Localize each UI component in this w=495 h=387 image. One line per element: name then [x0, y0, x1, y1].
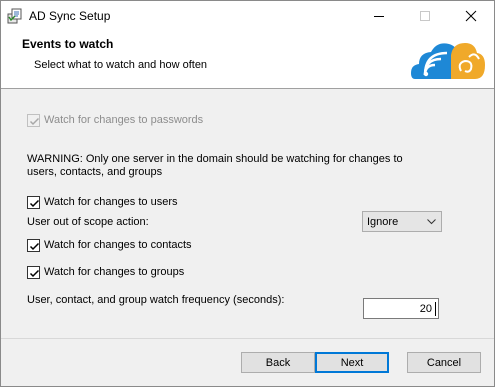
page-subtitle: Select what to watch and how often — [34, 59, 208, 71]
cloud-wifi-logo — [411, 35, 485, 83]
scope-action-value: Ignore — [367, 216, 399, 228]
warning-text: WARNING: Only one server in the domain s… — [27, 153, 403, 178]
minimize-button[interactable] — [356, 1, 402, 31]
passwords-checkbox — [27, 113, 40, 127]
next-button[interactable]: Next — [315, 352, 389, 373]
cancel-button[interactable]: Cancel — [407, 352, 481, 373]
groups-option[interactable]: Watch for changes to groups — [27, 264, 184, 280]
contacts-checkbox[interactable] — [27, 238, 40, 252]
maximize-icon — [420, 11, 430, 21]
passwords-option: Watch for changes to passwords — [27, 112, 203, 128]
installer-icon — [7, 8, 23, 24]
header-banner: Events to watch Select what to watch and… — [1, 31, 494, 89]
checkmark-icon — [29, 199, 40, 207]
page-title: Events to watch — [22, 37, 114, 51]
groups-label[interactable]: Watch for changes to groups — [44, 266, 184, 278]
setup-window: AD Sync Setup Events to watch Select wha… — [0, 0, 495, 387]
groups-checkbox[interactable] — [27, 265, 40, 279]
checkmark-icon — [29, 269, 40, 277]
passwords-label: Watch for changes to passwords — [44, 114, 204, 126]
checkmark-icon — [29, 242, 40, 250]
scope-action-label: User out of scope action: — [27, 216, 149, 228]
users-option[interactable]: Watch for changes to users — [27, 194, 178, 210]
contacts-label[interactable]: Watch for changes to contacts — [44, 239, 192, 251]
frequency-value: 20 — [419, 303, 432, 315]
maximize-button[interactable] — [402, 1, 448, 31]
window-title: AD Sync Setup — [29, 9, 111, 23]
options-panel: Watch for changes to passwords WARNING: … — [1, 90, 494, 350]
checkmark-icon — [29, 117, 40, 125]
users-checkbox[interactable] — [27, 195, 40, 209]
text-caret — [435, 302, 436, 316]
users-label[interactable]: Watch for changes to users — [44, 196, 178, 208]
minimize-icon — [374, 16, 384, 17]
scope-action-dropdown[interactable]: Ignore — [362, 211, 442, 232]
frequency-input[interactable]: 20 — [363, 298, 439, 319]
footer-divider — [1, 338, 494, 339]
contacts-option[interactable]: Watch for changes to contacts — [27, 237, 192, 253]
frequency-label: User, contact, and group watch frequency… — [27, 294, 285, 306]
close-icon — [465, 10, 477, 22]
chevron-down-icon — [427, 219, 436, 225]
title-bar[interactable]: AD Sync Setup — [1, 1, 494, 31]
close-button[interactable] — [448, 1, 494, 31]
back-button[interactable]: Back — [241, 352, 315, 373]
